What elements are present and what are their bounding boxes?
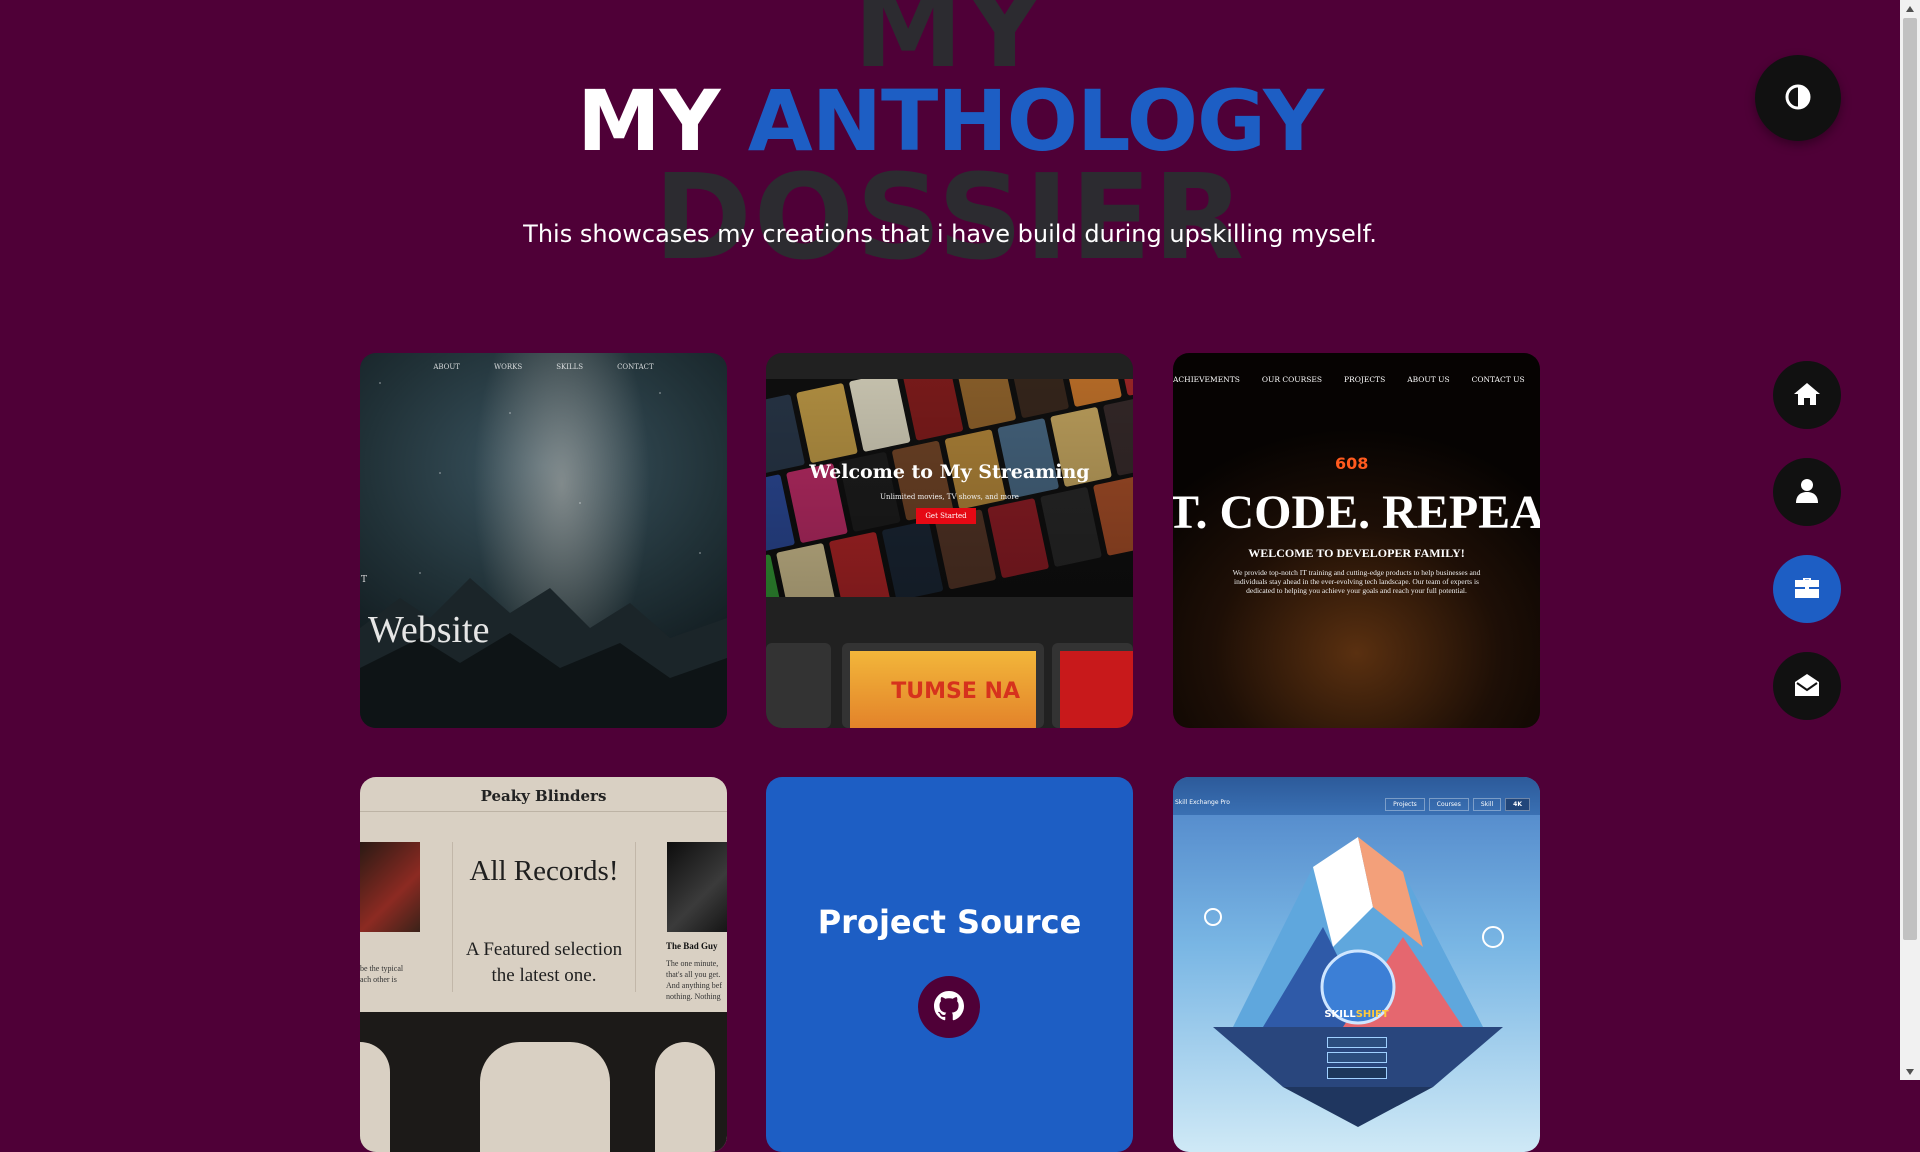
mini-nav-item: OUR COURSES [1261,375,1322,384]
project-card-developer[interactable]: ACHIEVEMENTS OUR COURSES PROJECTS ABOUT … [1173,353,1540,728]
login-button [1327,1067,1387,1079]
shelf-tile [1052,643,1133,728]
nav-contact-button[interactable] [1773,652,1841,720]
photo-right [667,842,727,932]
mini-nav-item: WORKS [493,363,523,371]
site-tabs: Projects Courses Skill 4K [1385,798,1530,811]
project-card-peaky-blinders[interactable]: Peaky Blinders All Records! A Featured s… [360,777,727,1152]
mini-nav-item: ABOUT US [1407,375,1450,384]
streaming-tagline: Unlimited movies, TV shows, and more [880,493,1019,501]
photo-left [360,842,420,932]
page-scrollbar[interactable] [1900,0,1920,1080]
mini-nav-item: ABOUT [433,363,460,371]
welcome-paragraph: We provide top-notch IT training and cut… [1232,568,1481,595]
nav-home-button[interactable] [1773,361,1841,429]
dark-band [360,1012,727,1152]
welcome-heading: WELCOME TO DEVELOPER FAMILY! [1248,546,1465,560]
contrast-icon [1784,83,1812,114]
mini-nav-item: PROJECTS [1344,375,1386,384]
login-input [1327,1037,1387,1048]
github-icon [934,990,964,1024]
site-tab: Projects [1385,798,1425,811]
left-snippet: be the typical ach other is [360,964,404,984]
hero-slogan: T. CODE. REPEA [1173,486,1540,539]
peaky-featured: A Featured selection the latest one. [465,939,623,986]
github-button[interactable] [918,976,980,1038]
shelf-tile [766,643,831,728]
logo-plain: SKILL [1324,1009,1356,1020]
cropped-text: T [361,575,368,585]
mini-nav-item: CONTACT [617,363,654,371]
peaky-headline: All Records! [469,855,619,887]
counter-badge: 608 [1335,454,1369,473]
scroll-down-arrow[interactable] [1900,1063,1920,1080]
project-source-heading: Project Source [817,903,1082,941]
site-tab: Courses [1428,798,1469,811]
movie-poster: TUMSE NA [850,651,1036,728]
scroll-up-arrow[interactable] [1900,0,1920,17]
page-title: MY ANTHOLOGY [0,72,1900,170]
mini-nav-item: SKILLS [556,363,584,371]
scroll-thumb[interactable] [1903,18,1917,940]
mini-nav-item: CONTACT US [1471,375,1525,384]
login-input [1327,1052,1387,1063]
mini-nav: ACHIEVEMENTS OUR COURSES PROJECTS ABOUT … [1173,375,1540,384]
home-icon [1793,381,1821,410]
movie-title: TUMSE NA [891,679,1020,704]
envelope-open-icon [1793,672,1821,701]
title-plain: MY [577,72,720,170]
right-heading: The Bad Guy [666,941,718,951]
streaming-heading: Welcome to My Streaming [809,461,1090,483]
poster-overlay [766,379,1133,597]
project-card-skillshift[interactable]: Skill Exchange Pro Projects Courses Skil… [1173,777,1540,1152]
shelf-tile: TUMSE NA [842,643,1044,728]
site-tab: Skill [1472,798,1502,811]
mini-nav: ABOUT WORKS SKILLS CONTACT [360,363,727,371]
floating-island-illustration [1204,837,1504,1127]
project-card-galaxy[interactable]: ABOUT WORKS SKILLS CONTACT T Website [360,353,727,728]
logo-accent: SHIFT [1355,1009,1389,1020]
mini-nav-item: ACHIEVEMENTS [1173,375,1240,384]
title-accent: ANTHOLOGY [747,72,1324,170]
page-subtitle: This showcases my creations that i have … [523,220,1377,248]
peaky-title: Peaky Blinders [480,787,607,805]
get-started-button[interactable]: Get Started [916,508,976,524]
briefcase-icon [1793,576,1821,603]
project-card-streaming[interactable]: Welcome to My Streaming Unlimited movies… [766,353,1133,728]
site-brand: Skill Exchange Pro [1175,799,1230,806]
right-snippet: The one minute, that's all you get. And … [666,959,722,1001]
theme-toggle-button[interactable] [1755,55,1841,141]
project-card-source[interactable]: Project Source [766,777,1133,1152]
hero-word: Website [368,609,490,651]
nav-portfolio-button[interactable] [1773,555,1841,623]
site-tab: 4K [1505,798,1530,811]
user-icon [1795,478,1819,507]
skillshift-logo: SKILLSHIFT [1173,1009,1540,1020]
nav-about-button[interactable] [1773,458,1841,526]
